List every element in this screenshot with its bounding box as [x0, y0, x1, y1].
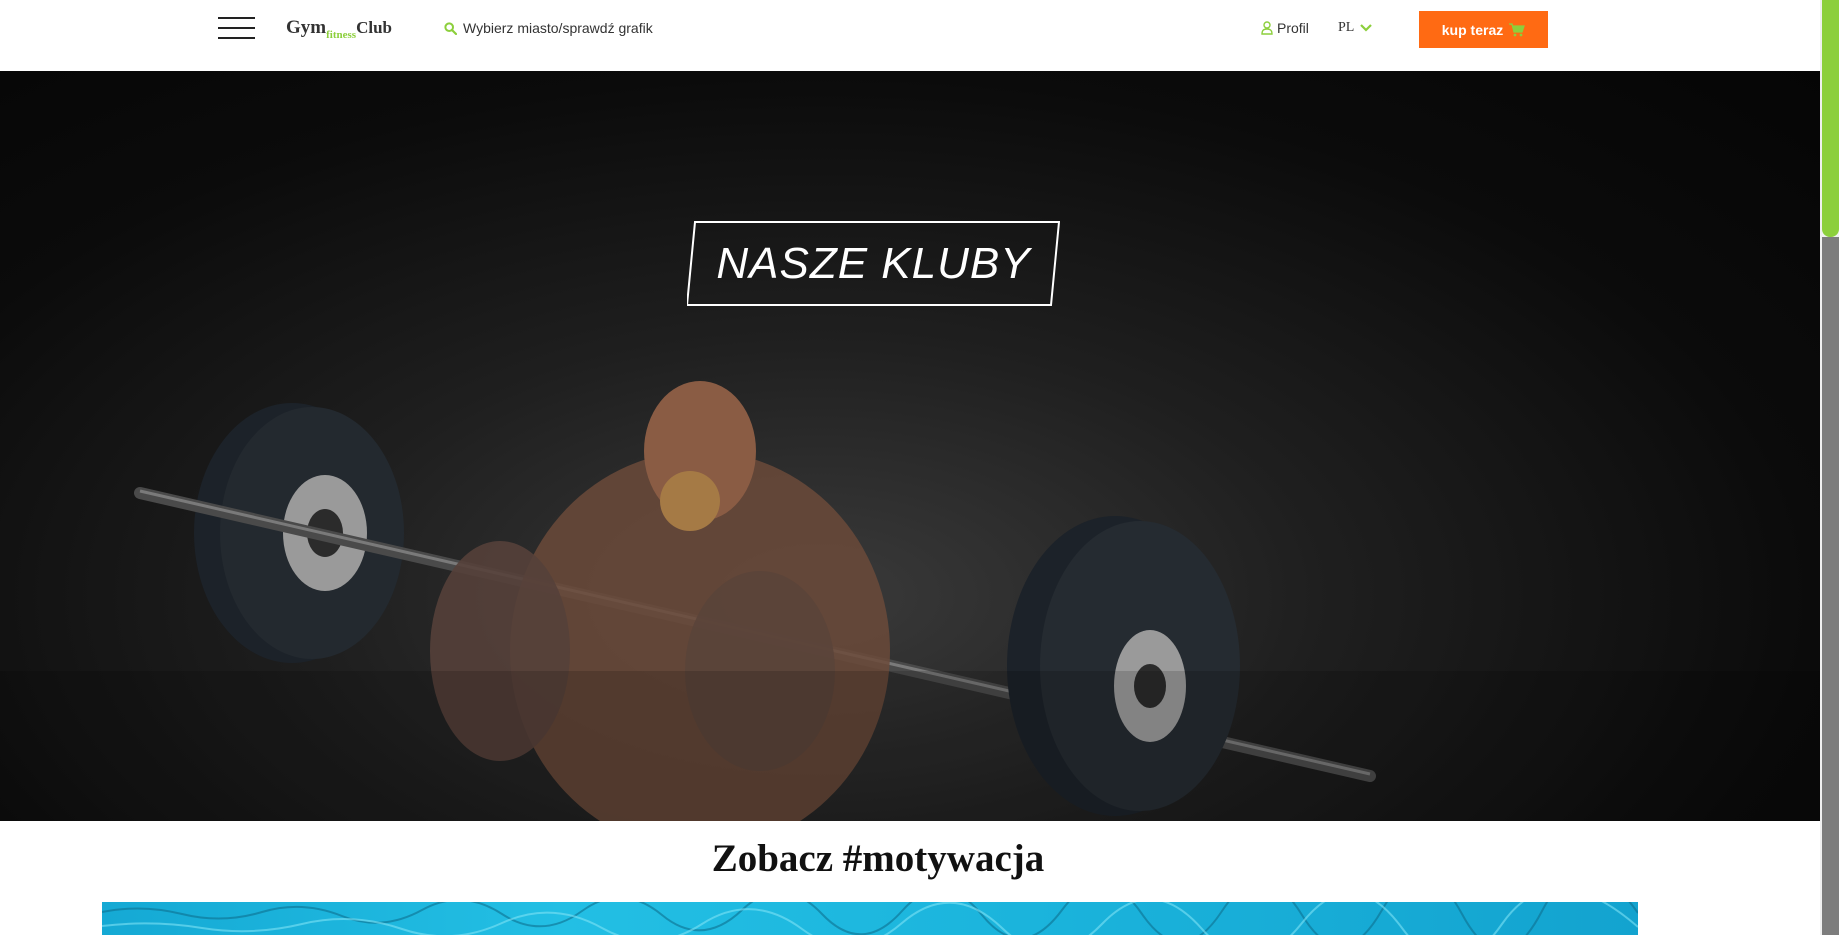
profile-link[interactable]: Profil — [1261, 20, 1309, 36]
buy-now-label: kup teraz — [1441, 21, 1504, 38]
city-search-link[interactable]: Wybierz miasto/sprawdź grafik — [444, 20, 653, 36]
cart-icon — [1509, 22, 1526, 36]
motivation-heading: Zobacz #motywacja — [711, 837, 1045, 880]
chevron-down-icon — [1360, 24, 1373, 32]
page: GymfitnessClub Wybierz miasto/sprawdź gr… — [0, 0, 1839, 935]
logo-club: Club — [356, 18, 392, 37]
page-scrollbar[interactable] — [1820, 0, 1839, 935]
site-logo[interactable]: GymfitnessClub — [286, 17, 392, 41]
search-label: Wybierz miasto/sprawdź grafik — [463, 20, 653, 36]
hero-weightlifter-image — [0, 381, 1820, 821]
language-selector[interactable]: PL — [1338, 20, 1373, 36]
scrollbar-thumb[interactable] — [1822, 0, 1839, 237]
hamburger-menu-icon[interactable] — [218, 17, 255, 39]
language-value: PL — [1338, 20, 1355, 35]
logo-gym: Gym — [286, 17, 327, 38]
scrollbar-track[interactable] — [1822, 237, 1839, 935]
pool-image — [102, 902, 1638, 935]
user-icon — [1261, 21, 1273, 35]
site-header: GymfitnessClub Wybierz miasto/sprawdź gr… — [0, 0, 1820, 71]
hero-banner: NASZE KLUBY — [0, 71, 1820, 821]
profile-label: Profil — [1277, 20, 1309, 36]
search-icon — [444, 21, 457, 35]
buy-now-button[interactable]: kup teraz — [1419, 11, 1548, 48]
logo-fitness: fitness — [326, 29, 357, 41]
hero-title-box[interactable]: NASZE KLUBY — [687, 221, 1060, 306]
hero-title: NASZE KLUBY — [716, 238, 1031, 288]
pool-water-texture — [102, 902, 1638, 935]
